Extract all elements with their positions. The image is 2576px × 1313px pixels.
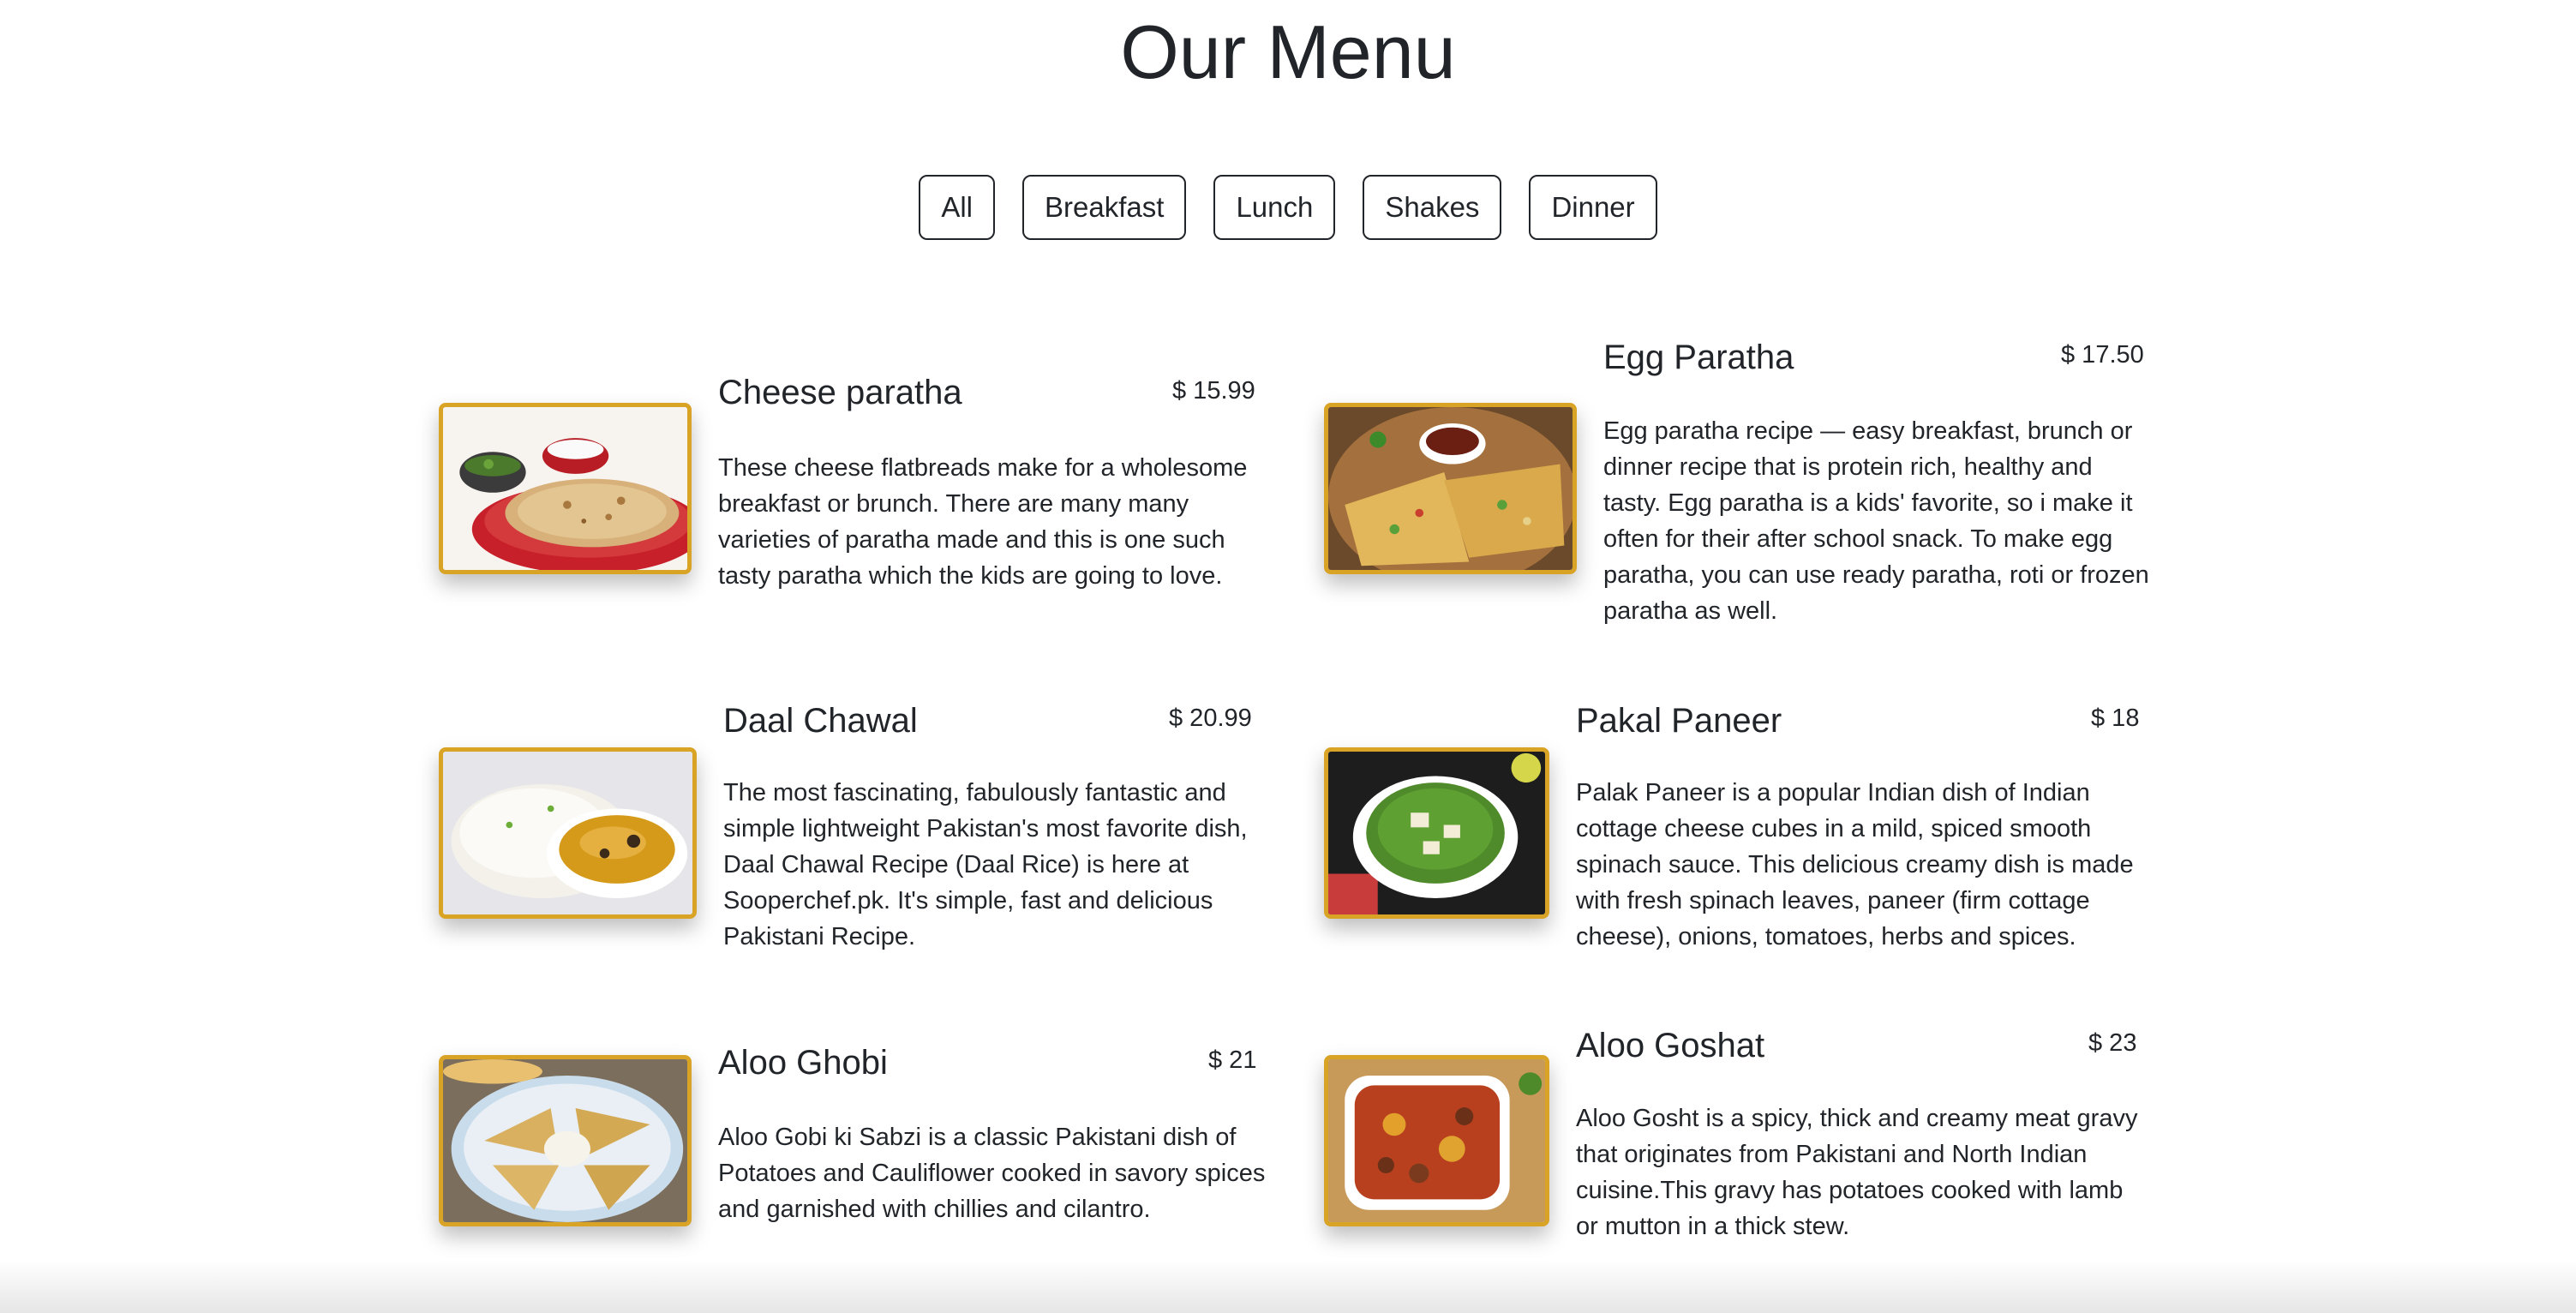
item-name: Pakal Paneer (1576, 702, 1782, 740)
item-name: Aloo Ghobi (718, 1044, 888, 1082)
filter-all-button[interactable]: All (919, 175, 996, 240)
filter-lunch-button[interactable]: Lunch (1213, 175, 1336, 240)
item-description: These cheese flatbreads make for a whole… (718, 454, 1248, 590)
item-price: $ 17.50 (2061, 341, 2144, 369)
pakal-paneer-image (1324, 747, 1549, 919)
item-price: $ 20.99 (1169, 704, 1252, 732)
item-price: $ 18 (2091, 704, 2140, 732)
item-price: $ 21 (1208, 1046, 1257, 1074)
page-title: Our Menu (1120, 9, 1456, 94)
filter-dinner-button[interactable]: Dinner (1529, 175, 1657, 240)
item-name: Egg Paratha (1603, 339, 1794, 376)
aloo-goshat-image (1324, 1055, 1549, 1226)
item-price: $ 15.99 (1172, 377, 1255, 405)
item-description: Aloo Gobi ki Sabzi is a classic Pakistan… (718, 1124, 1266, 1223)
item-description: Egg paratha recipe — easy breakfast, bru… (1603, 417, 2149, 625)
item-description: The most fascinating, fabulously fantast… (723, 779, 1248, 950)
cheese-paratha-image (439, 403, 692, 574)
filter-shakes-button[interactable]: Shakes (1363, 175, 1502, 240)
item-name: Aloo Goshat (1576, 1027, 1765, 1064)
item-description: Aloo Gosht is a spicy, thick and creamy … (1576, 1105, 2138, 1240)
item-name: Cheese paratha (718, 374, 962, 411)
item-name: Daal Chawal (723, 702, 918, 740)
egg-paratha-image (1324, 403, 1577, 574)
filter-breakfast-button[interactable]: Breakfast (1022, 175, 1187, 240)
item-price: $ 23 (2088, 1029, 2137, 1057)
aloo-ghobi-image (439, 1055, 692, 1226)
filter-bar: All Breakfast Lunch Shakes Dinner (0, 175, 2576, 240)
daal-chawal-image (439, 747, 697, 919)
bottom-shadow (0, 1260, 2576, 1313)
item-description: Palak Paneer is a popular Indian dish of… (1576, 779, 2134, 950)
